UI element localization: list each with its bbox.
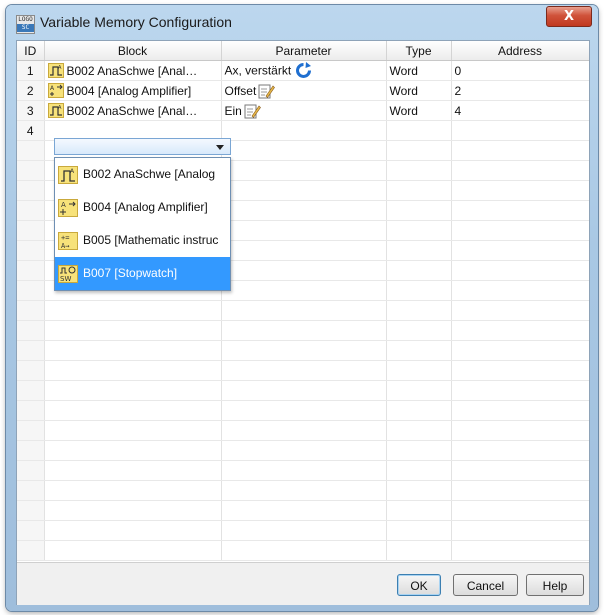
close-button[interactable]: X <box>546 6 592 27</box>
analog-threshold-icon: A <box>58 166 78 184</box>
logo-soft-app-icon: LOGO SC <box>16 15 35 34</box>
dropdown-item-b002[interactable]: A B002 AnaSchwe [Analog <box>55 158 230 191</box>
analog-amplifier-icon: A <box>47 83 64 99</box>
title-bar[interactable]: LOGO SC Variable Memory Configuration X <box>6 5 598 39</box>
memory-table: ID Block Parameter Type Address 1 A B002 … <box>17 41 589 561</box>
ok-button[interactable]: OK <box>397 574 441 596</box>
table-row <box>17 440 589 461</box>
svg-text:A→: A→ <box>61 242 69 250</box>
block-name: B004 [Analog Amplifier] <box>66 83 192 98</box>
cell-type <box>386 120 452 141</box>
memory-grid[interactable]: ID Block Parameter Type Address 1 A B002 … <box>17 41 589 562</box>
parameter-name: Ein <box>224 103 242 118</box>
refresh-icon <box>296 62 312 78</box>
edit-icon <box>258 84 276 98</box>
block-select-combobox[interactable] <box>54 138 231 155</box>
column-header-block[interactable]: Block <box>44 41 222 61</box>
help-button[interactable]: Help <box>526 574 584 596</box>
cell-block[interactable]: A B002 AnaSchwe [Anal… <box>44 100 222 121</box>
cell-address: 4 <box>451 100 589 121</box>
cell-id: 1 <box>17 60 45 81</box>
column-header-id[interactable]: ID <box>17 41 45 61</box>
dialog-window: LOGO SC Variable Memory Configuration X I… <box>6 5 598 611</box>
svg-text:+=: += <box>61 234 69 242</box>
table-row <box>17 420 589 441</box>
cell-address: 2 <box>451 80 589 101</box>
cell-parameter[interactable]: Offset <box>221 80 387 101</box>
table-row[interactable]: 1 A B002 AnaSchwe [Anal… Ax, verstärkt Wo… <box>17 60 589 81</box>
window-title: Variable Memory Configuration <box>40 14 232 30</box>
analog-threshold-icon: A <box>47 103 64 119</box>
cell-id: 2 <box>17 80 45 101</box>
svg-text:A: A <box>58 105 62 111</box>
table-row <box>17 360 589 381</box>
cell-block[interactable]: A B004 [Analog Amplifier] <box>44 80 222 101</box>
cancel-button[interactable]: Cancel <box>453 574 518 596</box>
table-row[interactable]: 3 A B002 AnaSchwe [Anal… Ein Word 4 <box>17 100 589 121</box>
dropdown-item-b007[interactable]: SW B007 [Stopwatch] <box>55 257 230 290</box>
parameter-name: Offset <box>224 83 257 98</box>
cell-type: Word <box>386 80 452 101</box>
cell-parameter[interactable] <box>221 120 387 141</box>
table-row <box>17 380 589 401</box>
cell-parameter[interactable]: Ein <box>221 100 387 121</box>
edit-icon <box>244 104 261 118</box>
cell-type: Word <box>386 60 452 81</box>
dialog-client-area: ID Block Parameter Type Address 1 A B002 … <box>16 40 590 605</box>
stopwatch-icon: SW <box>58 265 78 283</box>
math-instruction-icon: +=A→ <box>58 232 78 250</box>
table-row <box>17 540 589 561</box>
analog-amplifier-icon: A <box>58 199 78 217</box>
column-header-address[interactable]: Address <box>451 41 589 61</box>
block-name: B002 AnaSchwe [Anal… <box>66 63 198 78</box>
table-row <box>17 460 589 481</box>
cell-id: 3 <box>17 100 45 121</box>
table-row <box>17 500 589 521</box>
chevron-down-icon[interactable] <box>216 145 224 150</box>
cell-id: 4 <box>17 120 45 141</box>
svg-text:A: A <box>61 201 66 209</box>
analog-threshold-icon: A <box>47 63 64 79</box>
dropdown-item-b004[interactable]: A B004 [Analog Amplifier] <box>55 191 230 224</box>
cell-address: 0 <box>451 60 589 81</box>
table-row[interactable]: 2 A B004 [Analog Amplifier] Offset Word 2 <box>17 80 589 101</box>
button-bar: OK Cancel Help <box>17 562 589 605</box>
cell-address <box>451 120 589 141</box>
table-row <box>17 340 589 361</box>
cell-type: Word <box>386 100 452 121</box>
table-row <box>17 480 589 501</box>
column-header-parameter[interactable]: Parameter <box>221 41 387 61</box>
parameter-name: Ax, verstärkt <box>224 63 292 78</box>
cell-block[interactable]: A B002 AnaSchwe [Anal… <box>44 60 222 81</box>
table-row <box>17 520 589 541</box>
column-header-type[interactable]: Type <box>386 41 452 61</box>
table-row <box>17 300 589 321</box>
table-row <box>17 320 589 341</box>
dropdown-item-b005[interactable]: += A→ B005 [Mathematic instruc <box>55 224 230 257</box>
table-row <box>17 400 589 421</box>
block-dropdown-list[interactable]: A B002 AnaSchwe [Analog A B004 [Analog A… <box>54 157 231 291</box>
svg-text:A: A <box>58 65 62 71</box>
cell-parameter[interactable]: Ax, verstärkt <box>221 60 387 81</box>
table-header-row: ID Block Parameter Type Address <box>17 41 589 61</box>
svg-text:SW: SW <box>60 275 71 283</box>
block-name: B002 AnaSchwe [Anal… <box>66 103 198 118</box>
